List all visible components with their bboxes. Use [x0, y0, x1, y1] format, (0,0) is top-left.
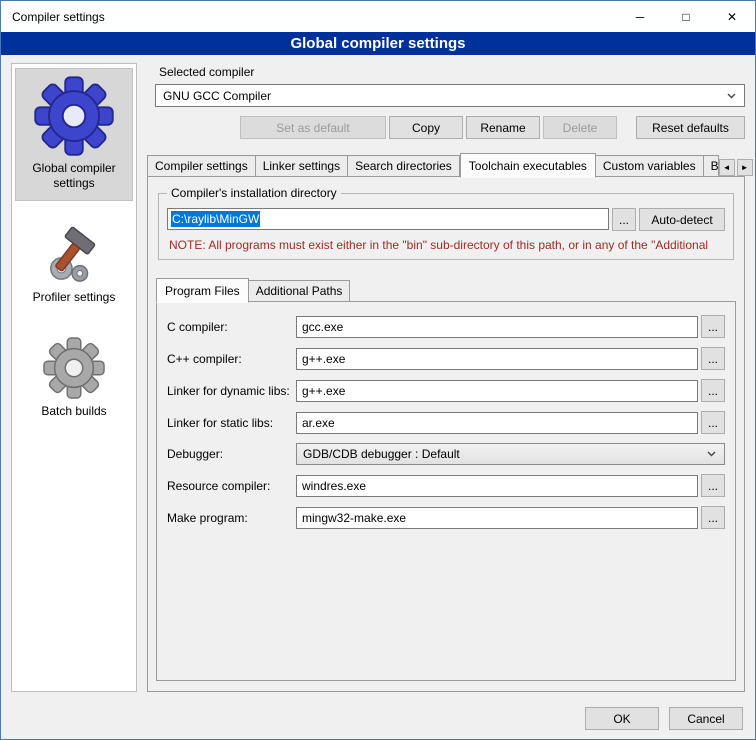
tab-search-directories[interactable]: Search directories: [348, 155, 460, 177]
c-compiler-input[interactable]: gcc.exe: [296, 316, 698, 338]
c-compiler-browse-button[interactable]: ...: [701, 315, 725, 338]
installation-directory-groupbox: Compiler's installation directory C:\ray…: [158, 193, 734, 260]
compiler-select-value: GNU GCC Compiler: [163, 89, 271, 103]
debugger-value: GDB/CDB debugger : Default: [303, 447, 460, 461]
bin-subdirectory-note: NOTE: All programs must exist either in …: [169, 238, 723, 252]
linker-static-browse-button[interactable]: ...: [701, 411, 725, 434]
tab-linker-settings[interactable]: Linker settings: [256, 155, 348, 177]
cpp-compiler-label: C++ compiler:: [167, 352, 293, 366]
tab-scroll-right-button[interactable]: ►: [737, 159, 753, 176]
set-as-default-button[interactable]: Set as default: [240, 116, 386, 139]
installation-directory-title: Compiler's installation directory: [167, 186, 341, 200]
compiler-settings-window: Compiler settings ─ □ ✕ Global compiler …: [0, 0, 756, 740]
toolchain-executables-panel: Compiler's installation directory C:\ray…: [147, 176, 745, 692]
install-dir-value: C:\raylib\MinGW: [171, 211, 260, 227]
delete-button[interactable]: Delete: [543, 116, 617, 139]
linker-dynamic-input[interactable]: g++.exe: [296, 380, 698, 402]
main-panel: Selected compiler GNU GCC Compiler Set a…: [147, 63, 745, 692]
chevron-down-icon: [727, 93, 736, 99]
chevron-down-icon: [707, 451, 716, 457]
copy-button[interactable]: Copy: [389, 116, 463, 139]
sidebar-item-label: Profiler settings: [33, 290, 116, 305]
sidebar-item-label: Batch builds: [41, 404, 106, 419]
make-program-value: mingw32-make.exe: [302, 511, 406, 525]
tab-custom-variables[interactable]: Custom variables: [596, 155, 704, 177]
resource-compiler-row: Resource compiler: windres.exe ...: [167, 474, 725, 497]
sidebar-item-batch-builds[interactable]: Batch builds: [15, 329, 133, 429]
sidebar-item-global-compiler-settings[interactable]: Global compiler settings: [15, 68, 133, 201]
resource-compiler-input[interactable]: windres.exe: [296, 475, 698, 497]
program-files-tabstrip: Program Files Additional Paths: [156, 278, 736, 302]
linker-dynamic-value: g++.exe: [302, 384, 345, 398]
tab-build-truncated[interactable]: Buil: [704, 155, 719, 177]
program-files-panel: C compiler: gcc.exe ... C++ compiler: g+…: [156, 301, 736, 681]
profiler-hammer-icon: [43, 223, 105, 285]
blue-gear-icon: [34, 76, 114, 156]
linker-dynamic-row: Linker for dynamic libs: g++.exe ...: [167, 379, 725, 402]
tab-scroll-left-button[interactable]: ◄: [719, 159, 735, 176]
dialog-body: Global compiler settings Profiler settin…: [1, 55, 755, 698]
settings-sidebar: Global compiler settings Profiler settin…: [11, 63, 137, 692]
make-program-label: Make program:: [167, 511, 293, 525]
window-title: Compiler settings: [1, 10, 105, 24]
linker-static-value: ar.exe: [302, 416, 335, 430]
dialog-footer: OK Cancel: [1, 698, 755, 739]
install-dir-browse-button[interactable]: ...: [612, 208, 636, 231]
c-compiler-label: C compiler:: [167, 320, 293, 334]
tab-additional-paths[interactable]: Additional Paths: [249, 280, 351, 302]
compiler-select[interactable]: GNU GCC Compiler: [155, 84, 745, 107]
tab-scroll-arrows: ◄ ►: [719, 159, 753, 176]
linker-static-row: Linker for static libs: ar.exe ...: [167, 411, 725, 434]
resource-compiler-browse-button[interactable]: ...: [701, 474, 725, 497]
dialog-header-title: Global compiler settings: [1, 32, 755, 55]
reset-defaults-button[interactable]: Reset defaults: [636, 116, 745, 139]
auto-detect-button[interactable]: Auto-detect: [639, 208, 725, 231]
titlebar: Compiler settings ─ □ ✕: [1, 1, 755, 32]
linker-static-input[interactable]: ar.exe: [296, 412, 698, 434]
sidebar-item-label: Global compiler settings: [18, 161, 130, 191]
c-compiler-row: C compiler: gcc.exe ...: [167, 315, 725, 338]
compiler-buttons-row: Set as default Copy Rename Delete Reset …: [155, 116, 745, 139]
install-dir-input[interactable]: C:\raylib\MinGW: [167, 208, 609, 230]
minimize-button[interactable]: ─: [617, 1, 663, 32]
compiler-selection-section: Selected compiler GNU GCC Compiler Set a…: [147, 63, 745, 139]
cpp-compiler-value: g++.exe: [302, 352, 345, 366]
resource-compiler-value: windres.exe: [302, 479, 366, 493]
c-compiler-value: gcc.exe: [302, 320, 343, 334]
cpp-compiler-input[interactable]: g++.exe: [296, 348, 698, 370]
tab-program-files[interactable]: Program Files: [156, 278, 249, 303]
linker-static-label: Linker for static libs:: [167, 416, 293, 430]
debugger-select[interactable]: GDB/CDB debugger : Default: [296, 443, 725, 465]
linker-dynamic-browse-button[interactable]: ...: [701, 379, 725, 402]
maximize-button[interactable]: □: [663, 1, 709, 32]
close-button[interactable]: ✕: [709, 1, 755, 32]
make-program-input[interactable]: mingw32-make.exe: [296, 507, 698, 529]
cpp-compiler-browse-button[interactable]: ...: [701, 347, 725, 370]
make-program-browse-button[interactable]: ...: [701, 506, 725, 529]
window-controls: ─ □ ✕: [617, 1, 755, 32]
sidebar-item-profiler-settings[interactable]: Profiler settings: [15, 215, 133, 315]
debugger-label: Debugger:: [167, 447, 293, 461]
settings-tabstrip: Compiler settings Linker settings Search…: [147, 153, 745, 177]
make-program-row: Make program: mingw32-make.exe ...: [167, 506, 725, 529]
gray-gear-icon: [43, 337, 105, 399]
cpp-compiler-row: C++ compiler: g++.exe ...: [167, 347, 725, 370]
debugger-row: Debugger: GDB/CDB debugger : Default: [167, 443, 725, 465]
resource-compiler-label: Resource compiler:: [167, 479, 293, 493]
tab-toolchain-executables[interactable]: Toolchain executables: [460, 153, 596, 178]
selected-compiler-label: Selected compiler: [159, 65, 745, 79]
tab-compiler-settings[interactable]: Compiler settings: [147, 155, 256, 177]
rename-button[interactable]: Rename: [466, 116, 540, 139]
installation-directory-row: C:\raylib\MinGW ... Auto-detect: [167, 208, 725, 231]
linker-dynamic-label: Linker for dynamic libs:: [167, 384, 293, 398]
ok-button[interactable]: OK: [585, 707, 659, 730]
cancel-button[interactable]: Cancel: [669, 707, 743, 730]
